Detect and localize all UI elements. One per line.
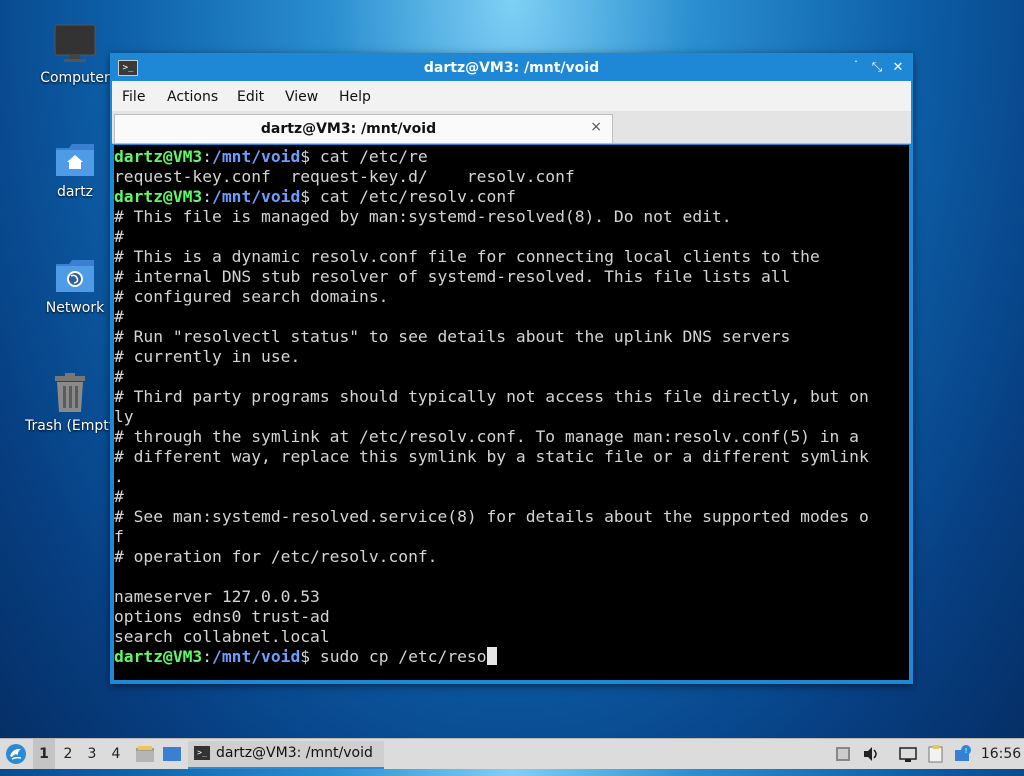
app-menu-button[interactable] [2,739,30,769]
tab-close-icon[interactable]: × [590,119,602,135]
clock[interactable]: 16:56 [978,739,1024,769]
terminal-output-line: request-key.conf request-key.d/ resolv.c… [114,167,575,186]
menu-edit[interactable]: Edit [237,89,264,105]
terminal-output-line: # through the symlink at /etc/resolv.con… [114,427,859,446]
terminal-output-line: # configured search domains. [114,287,389,306]
file-manager-launcher[interactable] [133,739,157,769]
desktop-icon-label: Trash (Empty) [25,418,115,434]
prompt-user: dartz@VM3 [114,147,203,166]
file-manager-icon [136,746,154,762]
terminal-output-line: f [114,527,124,546]
workspace-1[interactable]: 1 [33,739,55,769]
workspace-3[interactable]: 3 [81,739,103,769]
clipboard-manager-icon[interactable] [927,745,945,763]
maximize-button[interactable]: ⤡ [868,59,886,77]
menu-bar: File Actions Edit View Help [112,81,911,111]
command-text: $ cat /etc/resolv.conf [300,187,516,206]
svg-text:!: ! [965,747,968,755]
menu-actions[interactable]: Actions [167,89,218,105]
taskbar-window-label: dartz@VM3: /mnt/void [216,745,373,761]
terminal-output-line: # Run "resolvectl status" to see details… [114,327,791,346]
taskbar-window-button[interactable]: >_ dartz@VM3: /mnt/void [188,741,384,769]
workspace-2[interactable]: 2 [57,739,79,769]
workspace-4[interactable]: 4 [105,739,127,769]
terminal-output-line: # [114,367,124,386]
minimize-button[interactable]: ˙ [847,59,865,77]
show-desktop-button[interactable] [160,739,184,769]
command-text: $ sudo cp /etc/reso [300,647,487,666]
network-tray-icon[interactable] [899,745,917,763]
update-notifier-icon[interactable]: ! [954,745,972,763]
terminal-output-line: # [114,487,124,506]
terminal-output-line: . [114,467,124,486]
terminal-prompt-line: dartz@VM3:/mnt/void$ cat /etc/resolv.con… [114,187,516,206]
prompt-user: dartz@VM3 [114,647,203,666]
menu-file[interactable]: File [122,89,145,105]
command-text: $ cat /etc/re [300,147,428,166]
terminal-prompt-line: dartz@VM3:/mnt/void$ sudo cp /etc/reso [114,647,497,666]
terminal-output-line: # See man:systemd-resolved.service(8) fo… [114,507,869,526]
taskbar: 1 2 3 4 >_ dartz@VM3: /mnt/void ! 16:56 [0,738,1024,769]
terminal-output-line: # operation for /etc/resolv.conf. [114,547,438,566]
terminal-output-line: # Third party programs should typically … [114,387,869,406]
computer-icon [54,24,96,62]
terminal-output-line: # currently in use. [114,347,301,366]
terminal-output-line: nameserver 127.0.0.53 [114,587,320,606]
close-button[interactable]: ✕ [889,59,907,77]
prompt-user: dartz@VM3 [114,187,203,206]
title-bar[interactable]: >_ dartz@VM3: /mnt/void ˙ ⤡ ✕ [112,55,911,81]
menu-view[interactable]: View [285,89,318,105]
terminal-output-line: # This file is managed by man:systemd-re… [114,207,732,226]
terminal-output-line: # This is a dynamic resolv.conf file for… [114,247,820,266]
tab-title: dartz@VM3: /mnt/void [260,121,437,137]
terminal-output[interactable]: dartz@VM3:/mnt/void$ cat /etc/re request… [114,145,909,680]
terminal-output-line: # internal DNS stub resolver of systemd-… [114,267,791,286]
terminal-text: dartz@VM3:/mnt/void$ cat /etc/re request… [114,145,909,667]
terminal-output-line: # [114,227,124,246]
terminal-icon: >_ [194,746,210,760]
clipboard-tray-icon[interactable] [834,745,852,763]
terminal-output-line: options edns0 trust-ad [114,607,330,626]
desktop-icon [163,747,181,761]
menu-help[interactable]: Help [339,89,371,105]
prompt-path: /mnt/void [212,147,301,166]
prompt-path: /mnt/void [212,647,301,666]
text-cursor [486,647,497,665]
terminal-output-line: ly [114,407,134,426]
terminal-output-line: # [114,307,124,326]
terminal-tab[interactable]: dartz@VM3: /mnt/void × [114,114,613,143]
desktop-icon-trash[interactable]: Trash (Empty) [25,372,115,434]
prompt-path: /mnt/void [212,187,301,206]
terminal-prompt-line: dartz@VM3:/mnt/void$ cat /etc/re [114,147,428,166]
start-menu-icon [6,744,26,764]
terminal-output-line: # different way, replace this symlink by… [114,447,869,466]
window-title: dartz@VM3: /mnt/void [423,60,600,76]
trash-icon [55,373,85,412]
home-folder-icon [56,144,94,176]
terminal-window: >_ dartz@VM3: /mnt/void ˙ ⤡ ✕ File Actio… [110,53,913,684]
terminal-output-line: search collabnet.local [114,627,330,646]
tab-bar: dartz@VM3: /mnt/void × [112,111,911,144]
volume-icon[interactable] [862,745,880,763]
network-folder-icon [56,260,94,292]
